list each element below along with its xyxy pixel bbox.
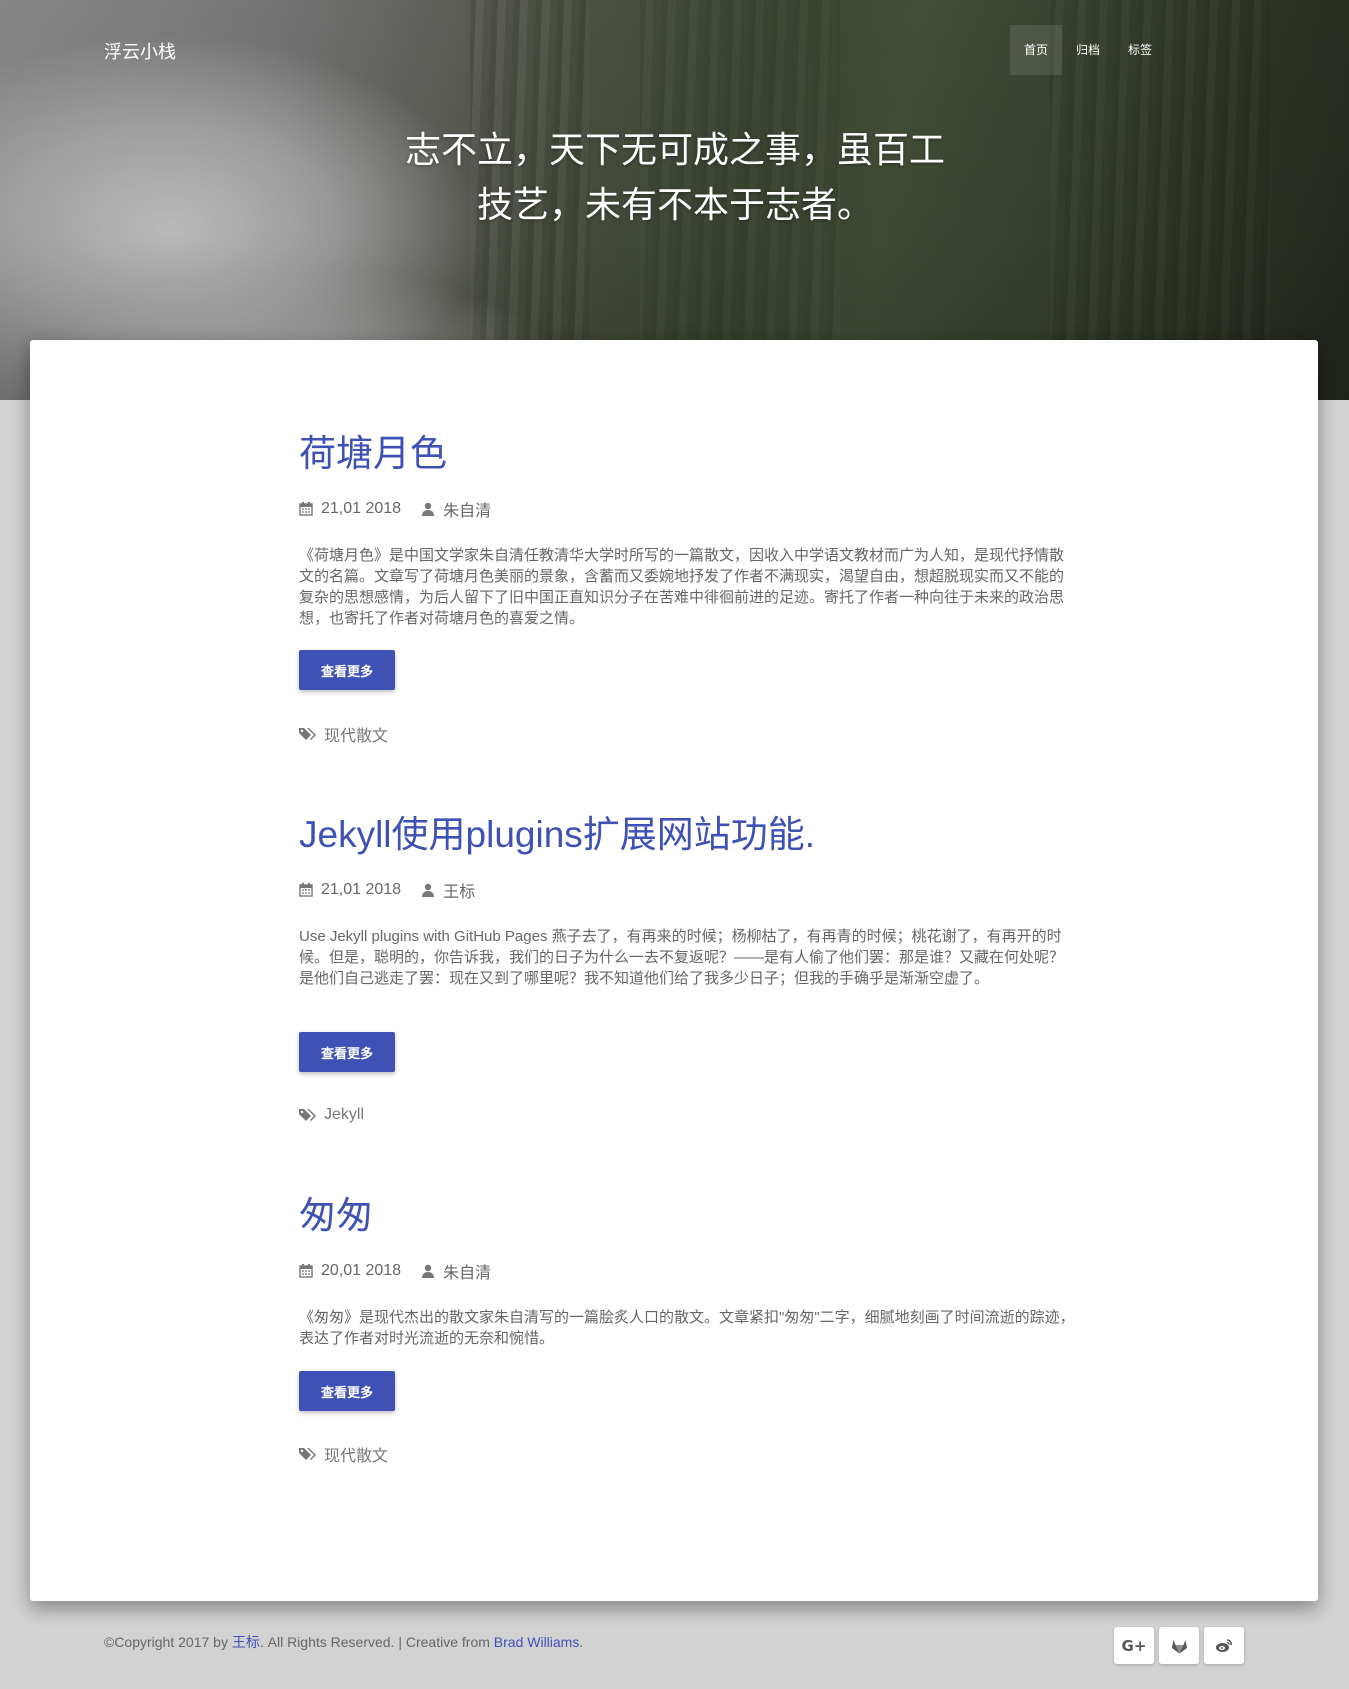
post-date: 21,01 2018 [321,500,402,517]
post-author: 王标 [443,884,476,901]
copyright-text: ©Copyright 2017 by 王标. All Rights Reserv… [104,1632,583,1652]
post-tags: Jekyll [299,1105,364,1125]
nav-item-home[interactable]: 首页 [1009,25,1062,75]
read-more-button[interactable]: 查看更多 [299,1371,395,1411]
post-excerpt: 《荷塘月色》是中国文学家朱自清任教清华大学时所写的一篇散文，因收入中学语文教材而… [299,547,1065,627]
post-title-link[interactable]: Jekyll使用plugins扩展网站功能. [299,813,1075,857]
post-author: 朱自清 [443,1265,492,1282]
post-tags: 现代散文 [299,722,388,746]
nav-item-archive[interactable]: 归档 [1062,25,1114,75]
post-author: 朱自清 [443,503,492,520]
tags-icon [299,728,316,740]
user-icon [422,883,435,897]
main-nav: 首页 归档 标签 [1009,25,1166,75]
post-list-card: 荷塘月色 21,01 2018 朱自清 《荷塘月色》是中国文学家朱自清任教清华大… [30,340,1318,1601]
post-excerpt: Use Jekyll plugins with GitHub Pages 燕子去… [299,928,1065,987]
calendar-icon [299,883,313,897]
tags-icon [299,1109,316,1121]
post-meta: 20,01 2018 朱自清 [299,1261,492,1282]
read-more-button[interactable]: 查看更多 [299,650,395,690]
user-icon [422,1264,435,1278]
copyright-suffix: . [579,1634,584,1650]
weibo-icon [1216,1639,1232,1652]
hero-quote-line: 志不立，天下无可成之事，虽百工 [404,129,945,170]
gitlab-icon [1171,1639,1187,1653]
post-date: 20,01 2018 [321,1262,402,1279]
social-links: G+ [1114,1627,1244,1664]
copyright-middle: . All Rights Reserved. | Creative from [259,1634,494,1650]
post-title-link[interactable]: 匆匆 [299,1194,1075,1238]
creator-link[interactable]: Brad Williams [494,1634,580,1650]
tag-link[interactable]: Jekyll [324,1106,364,1124]
author-link[interactable]: 王标 [232,1634,260,1650]
user-icon [422,502,435,516]
copyright-prefix: ©Copyright 2017 by [104,1634,232,1650]
google-plus-button[interactable]: G+ [1114,1627,1154,1664]
post-excerpt: 《匆匆》是现代杰出的散文家朱自清写的一篇脍炙人口的散文。文章紧扣"匆匆"二字，细… [299,1309,1075,1347]
hero-quote: 志不立，天下无可成之事，虽百工 技艺，未有不本于志者。 [390,122,960,232]
gitlab-button[interactable] [1159,1627,1199,1664]
tags-icon [299,1448,316,1460]
post-item: Jekyll使用plugins扩展网站功能. 21,01 2018 王标 Use… [299,813,1075,1123]
nav-item-tags[interactable]: 标签 [1114,25,1166,75]
tag-link[interactable]: 现代散文 [324,722,388,746]
google-plus-icon: G+ [1121,1636,1147,1655]
post-item: 匆匆 20,01 2018 朱自清 《匆匆》是现代杰出的散文家朱自清写的一篇脍炙… [299,1194,1075,1465]
post-item: 荷塘月色 21,01 2018 朱自清 《荷塘月色》是中国文学家朱自清任教清华大… [299,432,1075,745]
site-brand[interactable]: 浮云小栈 [104,38,176,64]
post-meta: 21,01 2018 朱自清 [299,499,492,520]
weibo-button[interactable] [1204,1627,1244,1664]
post-meta: 21,01 2018 王标 [299,880,476,901]
calendar-icon [299,1264,313,1278]
tag-link[interactable]: 现代散文 [324,1442,388,1466]
read-more-button[interactable]: 查看更多 [299,1032,395,1072]
post-date: 21,01 2018 [321,881,402,898]
hero-quote-line: 技艺，未有不本于志者。 [476,184,873,225]
post-tags: 现代散文 [299,1442,388,1466]
calendar-icon [299,502,313,516]
post-title-link[interactable]: 荷塘月色 [299,432,1075,476]
